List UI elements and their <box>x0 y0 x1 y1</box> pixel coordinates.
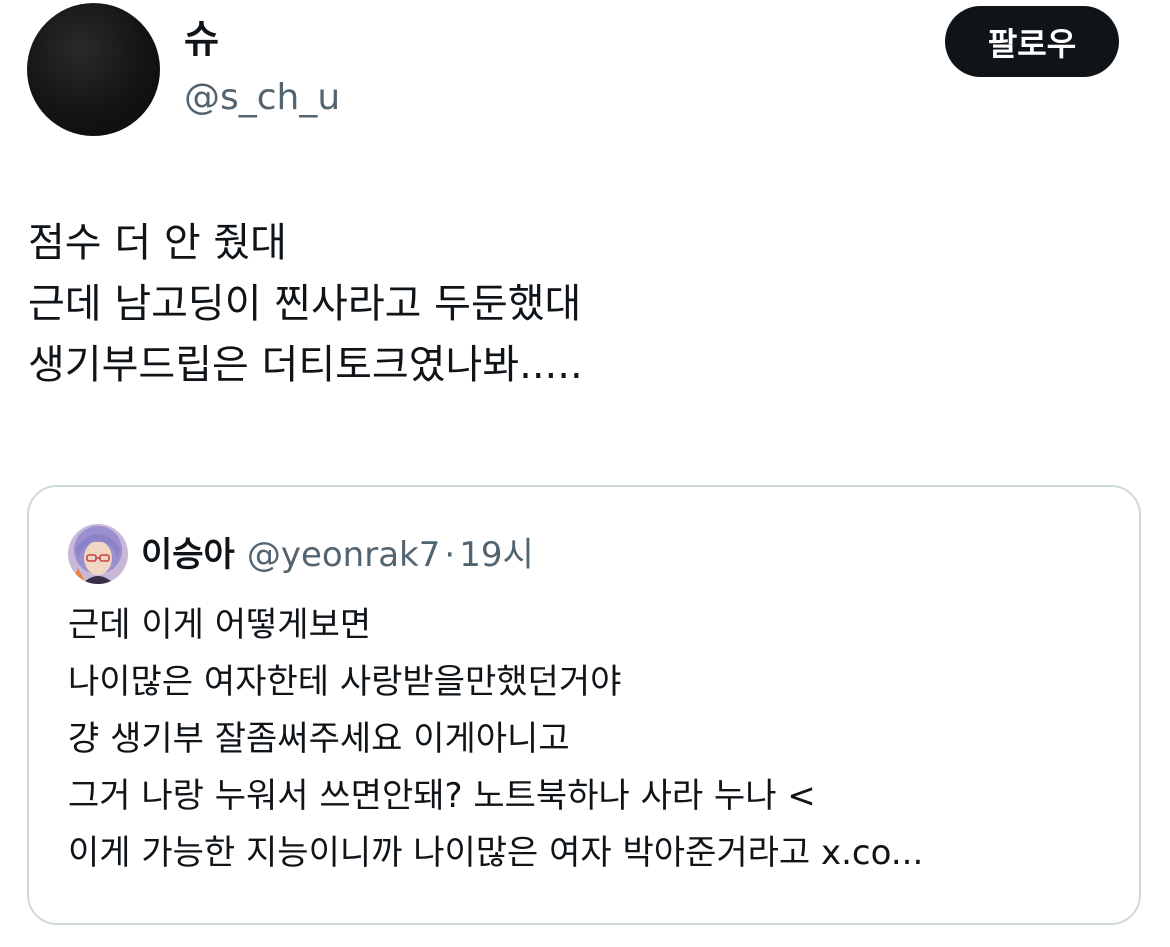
quoted-tweet-header: 이승아 @yeonrak7 · 19시 <box>141 531 534 585</box>
quoted-author-handle[interactable]: @yeonrak7 <box>247 535 441 575</box>
tweet-text: 점수 더 안 줬대 근데 남고딩이 찐사라고 두둔했대 생기부드립은 더티토크였… <box>28 213 1138 396</box>
anime-avatar-icon <box>68 524 128 584</box>
quoted-text-line: 걍 생기부 잘좀써주세요 이게아니고 <box>68 719 570 759</box>
tweet-header: 슈 @s_ch_u 팔로우 <box>0 0 1170 150</box>
quoted-text-line: 그거 나랑 누워서 쓰면안돼? 노트북하나 사라 누나 < <box>68 776 816 816</box>
author-display-name[interactable]: 슈 <box>184 14 219 64</box>
tweet-text-line: 점수 더 안 줬대 <box>28 220 287 266</box>
quoted-author-name[interactable]: 이승아 <box>141 535 235 575</box>
quoted-text-line: 근데 이게 어떻게보면 <box>68 605 372 645</box>
quoted-tweet-card[interactable]: 이승아 @yeonrak7 · 19시 근데 이게 어떻게보면 나이많은 여자한테 사… <box>27 485 1141 925</box>
tweet-text-line: 근데 남고딩이 찐사라고 두둔했대 <box>28 281 582 327</box>
quoted-text-line: 이게 가능한 지능이니까 나이많은 여자 박아준거라고 x.co... <box>68 833 924 873</box>
quoted-tweet-time[interactable]: 19시 <box>459 535 534 575</box>
quoted-tweet-text: 근데 이게 어떻게보면 나이많은 여자한테 사랑받을만했던거야 걍 생기부 잘좀… <box>68 597 1128 882</box>
author-avatar[interactable] <box>27 3 160 136</box>
author-handle[interactable]: @s_ch_u <box>184 75 340 121</box>
tweet-text-line: 생기부드립은 더티토크였나봐..... <box>28 342 583 388</box>
separator-dot: · <box>444 535 456 575</box>
quoted-author-avatar[interactable] <box>68 524 128 584</box>
quoted-text-line: 나이많은 여자한테 사랑받을만했던거야 <box>68 662 622 702</box>
follow-button[interactable]: 팔로우 <box>945 6 1119 77</box>
